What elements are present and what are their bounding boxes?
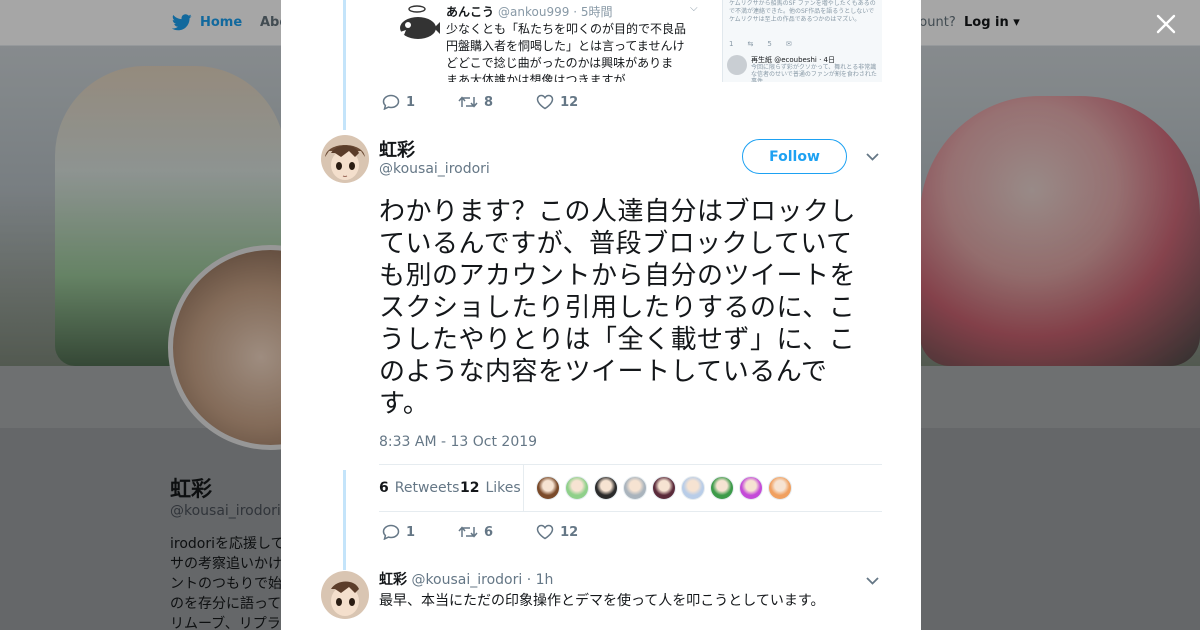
reply-time: · 1h (526, 572, 554, 588)
like-button[interactable]: 12 (536, 94, 578, 110)
screenshot-side-reply-count: 1 (729, 40, 734, 48)
reply-author-avatar[interactable] (321, 571, 369, 619)
screenshot-text-line: 円盤購入者を恫喝した」とは言ってませんけ (446, 39, 685, 53)
likes-label: Likes (485, 480, 521, 496)
retweets-count: 6 (379, 480, 389, 496)
heart-icon (536, 524, 554, 540)
reply-button[interactable]: 1 (382, 94, 415, 110)
screenshot-text-line: まあ大体誰かは想像はつきますが (446, 73, 626, 82)
heart-icon (536, 94, 554, 110)
reply-count: 1 (406, 94, 416, 110)
reply-author-handle: @kousai_irodori (411, 572, 523, 588)
retweet-count: 8 (484, 94, 494, 110)
liker-avatar[interactable] (681, 476, 705, 500)
reply-author[interactable]: 虹彩 @kousai_irodori · 1h (379, 569, 553, 589)
stats-divider (523, 465, 524, 511)
tweet-author-handle[interactable]: @kousai_irodori (379, 161, 490, 177)
liker-avatar[interactable] (739, 476, 763, 500)
reply-count: 1 (406, 524, 416, 540)
screenshot-side-avatar (727, 55, 747, 75)
close-icon (1156, 14, 1176, 34)
reply-author-name: 虹彩 (379, 572, 407, 588)
like-count: 12 (560, 94, 579, 110)
tweet-actions: 1 6 12 (382, 524, 603, 540)
avatar-image (321, 135, 369, 183)
retweets-stat[interactable]: 6 Retweets (379, 480, 459, 496)
tweet-timestamp[interactable]: 8:33 AM - 13 Oct 2019 (379, 434, 537, 450)
liker-avatar[interactable] (565, 476, 589, 500)
retweet-button[interactable]: 6 (458, 524, 493, 540)
close-overlay-button[interactable] (1152, 10, 1180, 38)
screenshot-author-name: あんこう (446, 5, 495, 19)
avatar-image (321, 571, 369, 619)
tweet-author-avatar[interactable] (321, 135, 369, 183)
likers-avatars (536, 476, 792, 500)
reply-button[interactable]: 1 (382, 524, 415, 540)
liker-avatar[interactable] (623, 476, 647, 500)
retweet-button[interactable]: 8 (458, 94, 493, 110)
chevron-down-icon: ⌵ (690, 3, 698, 14)
reply-icon (382, 524, 400, 540)
screenshot-side-stats: 1 ⇆ 5 ✉ (729, 40, 792, 48)
screenshot-text-line: 少なくとも「私たちを叩くのが目的で不良品 (446, 22, 687, 36)
likes-stat[interactable]: 12 Likes (460, 480, 521, 496)
screenshot-tweet-left: あんこう @ankou999 · 5時間 ⌵ 少なくとも「私たちを叩くのが目的で不… (382, 0, 712, 82)
liker-avatar[interactable] (594, 476, 618, 500)
screenshot-side-text: ケムリクサから船馬のSF ファンを増やしたくもあるので不満が連絡できた。他のSF… (729, 0, 876, 23)
tweet-image-screenshot[interactable]: あんこう @ankou999 · 5時間 ⌵ 少なくとも「私たちを叩くのが目的で不… (382, 0, 882, 82)
anglerfish-avatar-icon (400, 5, 440, 39)
retweet-icon (458, 526, 478, 538)
retweets-label: Retweets (394, 480, 460, 496)
prev-tweet-actions: 1 8 12 (382, 94, 603, 110)
chevron-down-icon (866, 577, 879, 585)
screenshot-side-rt: ⇆ (747, 40, 754, 48)
retweet-count: 6 (484, 524, 494, 540)
screenshot-side-dm: ✉ (785, 40, 792, 48)
retweet-icon (458, 96, 478, 108)
liker-avatar[interactable] (710, 476, 734, 500)
reply-icon (382, 94, 400, 110)
like-button[interactable]: 12 (536, 524, 578, 540)
screenshot-handle-text: @ankou999 (498, 5, 570, 19)
screenshot-tweet-right: ケムリクサから船馬のSF ファンを増やしたくもあるので不満が連絡できた。他のSF… (722, 0, 882, 82)
tweet-modal: あんこう @ankou999 · 5時間 ⌵ 少なくとも「私たちを叩くのが目的で不… (281, 0, 921, 630)
thread-line-top (343, 0, 346, 130)
tweet-menu-button[interactable] (866, 150, 879, 165)
screenshot-side-subtext: 今回に限らず彩がクソかって、舞れとる非常識な信者のせいで普通のファンが割を食わさ… (751, 64, 877, 82)
tweet-author-name[interactable]: 虹彩 (379, 136, 415, 162)
screenshot-tweet-text: 少なくとも「私たちを叩くのが目的で不良品 円盤購入者を恫喝した」とは言ってません… (446, 21, 708, 82)
screenshot-author: あんこう @ankou999 · 5時間 (446, 3, 612, 20)
reply-menu-button[interactable] (866, 574, 879, 589)
reply-text: 最早、本当にただの印象操作とデマを使って人を叩こうとしています。 (379, 593, 825, 609)
chevron-down-icon (866, 153, 879, 161)
liker-avatar[interactable] (536, 476, 560, 500)
screenshot-text-line: どどこで捻じ曲がったのかは興味がありま (446, 56, 674, 70)
liker-avatar[interactable] (768, 476, 792, 500)
likes-count: 12 (460, 480, 480, 496)
thread-line-bottom (343, 470, 346, 570)
screenshot-author-handle: @ankou999 · 5時間 (498, 5, 612, 19)
liker-avatar[interactable] (652, 476, 676, 500)
follow-button[interactable]: Follow (742, 139, 847, 174)
like-count: 12 (560, 524, 579, 540)
screenshot-side-like-count: 5 (767, 40, 772, 48)
tweet-stats: 6 Retweets 12 Likes (379, 464, 882, 512)
tweet-text: わかります？この人達自分はブロックしているんですが、普段ブロックしていても別のア… (379, 197, 857, 419)
screenshot-time: · 5時間 (573, 5, 613, 19)
